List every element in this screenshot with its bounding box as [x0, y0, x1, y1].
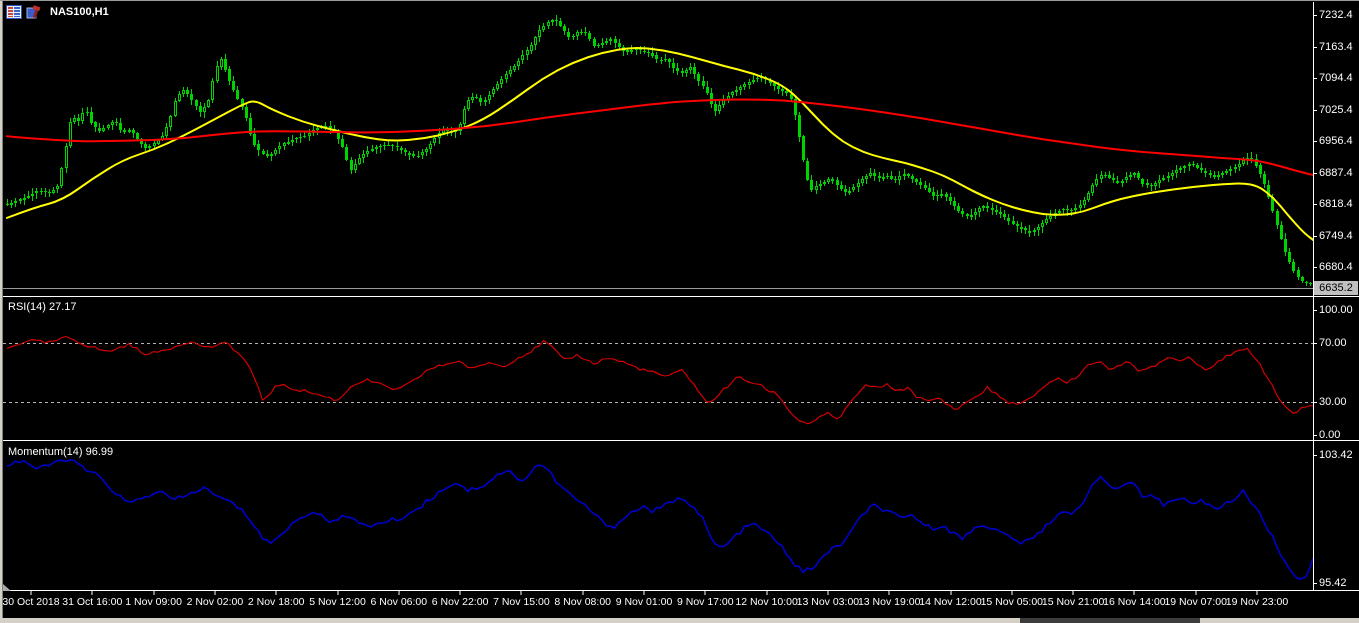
- time-axis-label: 6 Nov 06:00: [370, 596, 428, 608]
- time-axis-label: 7 Nov 15:00: [493, 596, 550, 608]
- rsi-axis-tick-label: 70.00: [1319, 337, 1347, 349]
- price-axis-tick-label: 6887.4: [1319, 167, 1353, 179]
- price-axis-tickmark: [1313, 173, 1317, 174]
- time-axis-label: 16 Nov 14:00: [1103, 596, 1166, 608]
- momentum-chart-canvas[interactable]: [3, 442, 1313, 590]
- time-axis[interactable]: 30 Oct 2018 31 Oct 16:00 1 Nov 09:00 2 Nov …: [0, 591, 1359, 617]
- rsi-axis-tickmark: [1313, 343, 1317, 344]
- rsi-axis-tickmark: [1313, 435, 1317, 436]
- time-axis-tickmark: [214, 591, 216, 595]
- price-axis-tickmark: [1313, 15, 1317, 16]
- momentum-axis[interactable]: [1313, 442, 1359, 590]
- time-axis-tickmark: [275, 591, 277, 595]
- momentum-axis-tickmark: [1313, 583, 1317, 584]
- momentum-axis-tickmark: [1313, 455, 1317, 456]
- time-axis-label: 6 Nov 22:00: [431, 596, 489, 608]
- price-axis-tickmark: [1313, 204, 1317, 205]
- time-axis-tickmark: [1072, 591, 1074, 595]
- window-left-frame: [0, 0, 3, 623]
- window-top-frame: [0, 0, 1359, 1]
- time-axis-label: 12 Nov 10:00: [735, 596, 798, 608]
- rsi-axis-tickmark: [1313, 402, 1317, 403]
- price-axis-tick-label: 6680.4: [1319, 261, 1353, 273]
- momentum-axis-tick-label: 103.42: [1319, 449, 1353, 461]
- time-axis-tickmark: [337, 591, 338, 595]
- rsi-axis[interactable]: [1313, 297, 1359, 440]
- rsi-axis-tickmark: [1313, 310, 1317, 311]
- current-price-value: 6635.2: [1319, 282, 1353, 294]
- time-axis-tickmark: [1195, 591, 1197, 595]
- price-axis-tick-label: 6749.4: [1319, 230, 1353, 242]
- time-axis-label: 13 Nov 19:00: [857, 596, 921, 608]
- time-axis-label: 19 Nov 23:00: [1225, 596, 1289, 608]
- symbol-timeframe-label: NAS100,H1: [50, 6, 109, 18]
- time-axis-label: 31 Oct 16:00: [62, 596, 123, 608]
- time-axis-tickmark: [398, 591, 400, 595]
- price-axis-tickmark: [1313, 141, 1317, 142]
- chart-shift-marker: [3, 584, 11, 591]
- price-axis-tick-label: 7025.4: [1319, 104, 1353, 116]
- time-axis-label: 9 Nov 01:00: [615, 596, 673, 608]
- time-axis-tickmark: [643, 591, 645, 595]
- time-axis-label: 5 Nov 12:00: [309, 596, 366, 608]
- time-axis-label: 15 Nov 05:00: [980, 596, 1044, 608]
- rsi-axis-tick-label: 0.00: [1319, 429, 1341, 441]
- time-axis-tickmark: [1011, 591, 1013, 595]
- price-chart-canvas[interactable]: [3, 2, 1313, 296]
- time-axis-label: 8 Nov 08:00: [554, 596, 611, 608]
- time-axis-label: 2 Nov 02:00: [186, 596, 244, 608]
- time-axis-label: 30 Oct 2018: [2, 596, 60, 608]
- rsi-momentum-separator[interactable]: [0, 440, 1359, 441]
- price-axis-tickmark: [1313, 110, 1317, 111]
- price-axis-tickmark: [1313, 236, 1317, 237]
- rsi-indicator-label: RSI(14) 27.17: [8, 301, 77, 313]
- price-axis-tick-label: 6956.4: [1319, 135, 1353, 147]
- time-axis-tickmark: [766, 591, 768, 595]
- price-axis-tick-label: 6818.4: [1319, 198, 1353, 210]
- chart-corner-overlay: NAS100,H1: [6, 5, 109, 19]
- price-axis-tick-label: 7163.4: [1319, 41, 1353, 53]
- time-axis-label: 2 Nov 18:00: [247, 596, 305, 608]
- time-axis-label: 9 Nov 17:00: [676, 596, 734, 608]
- time-axis-label: 13 Nov 03:00: [796, 596, 860, 608]
- price-rsi-separator[interactable]: [0, 296, 1359, 297]
- time-axis-label: 1 Nov 09:00: [125, 596, 182, 608]
- price-axis-tickmark: [1313, 47, 1317, 48]
- rsi-chart-canvas[interactable]: [3, 297, 1313, 440]
- rsi-axis-tick-label: 30.00: [1319, 396, 1347, 408]
- momentum-axis-tick-label: 95.42: [1319, 577, 1347, 589]
- time-axis-tickmark: [459, 591, 461, 595]
- charts-grid-icon[interactable]: [6, 5, 22, 19]
- time-axis-tickmark: [704, 591, 706, 595]
- time-axis-label: 15 Nov 21:00: [1041, 596, 1105, 608]
- time-axis-tickmark: [888, 591, 890, 595]
- rsi-axis-tick-label: 100.00: [1319, 304, 1353, 316]
- time-axis-tickmark: [30, 591, 32, 595]
- expert-advisor-icon[interactable]: [26, 5, 42, 19]
- price-axis-tickmark: [1313, 267, 1317, 268]
- time-axis-tickmark: [582, 591, 584, 595]
- time-axis-tickmark: [827, 591, 829, 595]
- current-price-badge: 6635.2: [1314, 281, 1358, 295]
- mt4-chart-window: NAS100,H1 RSI(14) 27.17 Momentum(14) 96.…: [0, 0, 1359, 623]
- time-axis-label: 19 Nov 07:00: [1164, 596, 1227, 608]
- momentum-indicator-label: Momentum(14) 96.99: [8, 446, 114, 458]
- time-axis-tickmark: [1256, 591, 1258, 595]
- time-axis-tickmark: [520, 591, 522, 595]
- time-axis-tickmark: [950, 591, 951, 595]
- time-axis-label: 14 Nov 12:00: [919, 596, 982, 608]
- price-axis-tick-label: 7232.4: [1319, 9, 1353, 21]
- price-axis-tickmark: [1313, 78, 1317, 79]
- horizontal-scrollbar-thumb[interactable]: [1020, 618, 1200, 623]
- time-axis-tickmark: [153, 591, 155, 595]
- price-axis-tick-label: 7094.4: [1319, 72, 1353, 84]
- time-axis-tickmark: [1133, 591, 1135, 595]
- time-axis-tickmark: [91, 591, 93, 595]
